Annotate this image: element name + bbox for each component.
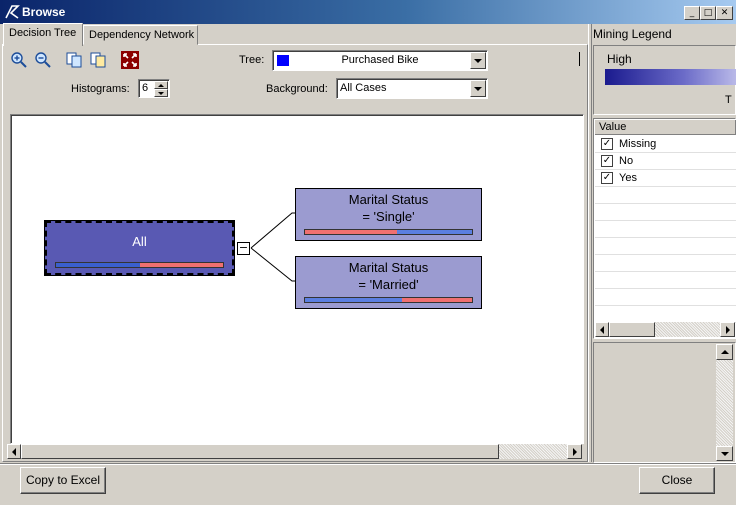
- chevron-down-icon[interactable]: [470, 80, 486, 97]
- legend-scroll-right-icon[interactable]: [720, 322, 735, 337]
- description-scroll-track[interactable]: [716, 360, 733, 446]
- checkbox-missing[interactable]: ✓: [601, 138, 613, 150]
- legend-row-label: No: [619, 155, 634, 167]
- copy-graph-icon[interactable]: [88, 50, 108, 70]
- tree-color-swatch: [277, 55, 289, 66]
- tree-select-value: Purchased Bike: [341, 54, 419, 66]
- legend-scroll-thumb[interactable]: [609, 322, 655, 337]
- node-label-line2: = 'Single': [362, 209, 415, 224]
- histograms-stepper[interactable]: 6: [138, 79, 170, 98]
- histogram-segment: [401, 298, 472, 302]
- legend-row-empty: [595, 221, 736, 238]
- histograms-value: 6: [142, 82, 149, 94]
- histogram-segment: [139, 263, 223, 267]
- stepper-down-icon[interactable]: [154, 89, 168, 97]
- zoom-out-icon[interactable]: [33, 50, 53, 70]
- copy-icon[interactable]: [64, 50, 84, 70]
- bottom-divider-highlight: [0, 464, 736, 465]
- legend-column-value-label: Value: [599, 121, 627, 133]
- app-icon: [4, 4, 20, 20]
- collapse-node-icon[interactable]: −: [237, 242, 250, 255]
- legend-description-box: [593, 342, 736, 463]
- node-label: All: [132, 234, 147, 249]
- legend-row-empty: [595, 306, 736, 323]
- legend-row-empty: [595, 238, 736, 255]
- node-label-line1: Marital Status: [348, 260, 429, 275]
- node-histogram: [304, 297, 473, 303]
- legend-row-empty: [595, 272, 736, 289]
- legend-gradient-bar: [605, 69, 736, 85]
- checkbox-no[interactable]: ✓: [601, 155, 613, 167]
- legend-row-empty: [595, 187, 736, 204]
- legend-truncated-label: T: [725, 94, 732, 106]
- legend-row-no[interactable]: ✓ No: [595, 153, 736, 170]
- legend-row-empty: [595, 289, 736, 306]
- legend-row-label: Missing: [619, 138, 657, 150]
- legend-row-missing[interactable]: ✓ Missing: [595, 136, 736, 153]
- node-histogram: [55, 262, 224, 268]
- legend-row-yes[interactable]: ✓ Yes: [595, 170, 736, 187]
- close-button[interactable]: Close: [639, 467, 715, 494]
- maximize-button[interactable]: □: [700, 6, 716, 20]
- histogram-segment: [305, 230, 397, 234]
- panel-splitter[interactable]: [588, 24, 592, 462]
- horizontal-scroll-thumb[interactable]: [21, 444, 499, 459]
- tree-node-single[interactable]: Marital Status = 'Single': [295, 188, 482, 241]
- title-bar: [0, 0, 736, 24]
- window-title: Browse: [22, 5, 66, 19]
- tab-dependency-network[interactable]: Dependency Network: [83, 25, 198, 45]
- background-label: Background:: [266, 83, 328, 95]
- legend-high-label: High: [607, 52, 632, 66]
- histograms-label: Histograms:: [71, 83, 130, 95]
- close-window-button[interactable]: ✕: [716, 6, 733, 20]
- fit-to-window-icon[interactable]: [120, 50, 140, 70]
- node-histogram: [304, 229, 473, 235]
- description-scroll-down-icon[interactable]: [716, 446, 733, 461]
- checkbox-yes[interactable]: ✓: [601, 172, 613, 184]
- copy-to-excel-button[interactable]: Copy to Excel: [20, 467, 106, 494]
- histogram-segment: [396, 230, 472, 234]
- node-label-line1: Marital Status: [348, 192, 429, 207]
- mining-legend-title: Mining Legend: [593, 27, 672, 41]
- horizontal-scroll-track[interactable]: [499, 444, 567, 459]
- tree-select[interactable]: Purchased Bike: [272, 50, 488, 71]
- scroll-left-icon[interactable]: [7, 444, 21, 459]
- scroll-right-icon[interactable]: [567, 444, 582, 459]
- tree-node-root[interactable]: All: [44, 220, 235, 276]
- legend-scroll-left-icon[interactable]: [595, 322, 609, 337]
- background-select[interactable]: All Cases: [336, 78, 488, 99]
- stepper-up-icon[interactable]: [154, 81, 168, 89]
- zoom-in-icon[interactable]: [9, 50, 29, 70]
- background-select-value: All Cases: [340, 82, 387, 94]
- tree-label: Tree:: [239, 54, 265, 66]
- node-label-line2: = 'Married': [358, 277, 419, 292]
- legend-scroll-track[interactable]: [655, 322, 720, 337]
- legend-row-label: Yes: [619, 172, 637, 184]
- minimize-button[interactable]: _: [684, 6, 700, 20]
- legend-column-header[interactable]: Value: [595, 120, 736, 135]
- histogram-segment: [56, 263, 140, 267]
- tree-node-married[interactable]: Marital Status = 'Married': [295, 256, 482, 309]
- tab-decision-tree[interactable]: Decision Tree: [3, 23, 83, 46]
- legend-row-empty: [595, 204, 736, 221]
- chevron-down-icon[interactable]: [470, 52, 486, 69]
- histogram-segment: [305, 298, 402, 302]
- description-scroll-up-icon[interactable]: [716, 344, 733, 360]
- divider: [579, 52, 580, 66]
- legend-row-empty: [595, 255, 736, 272]
